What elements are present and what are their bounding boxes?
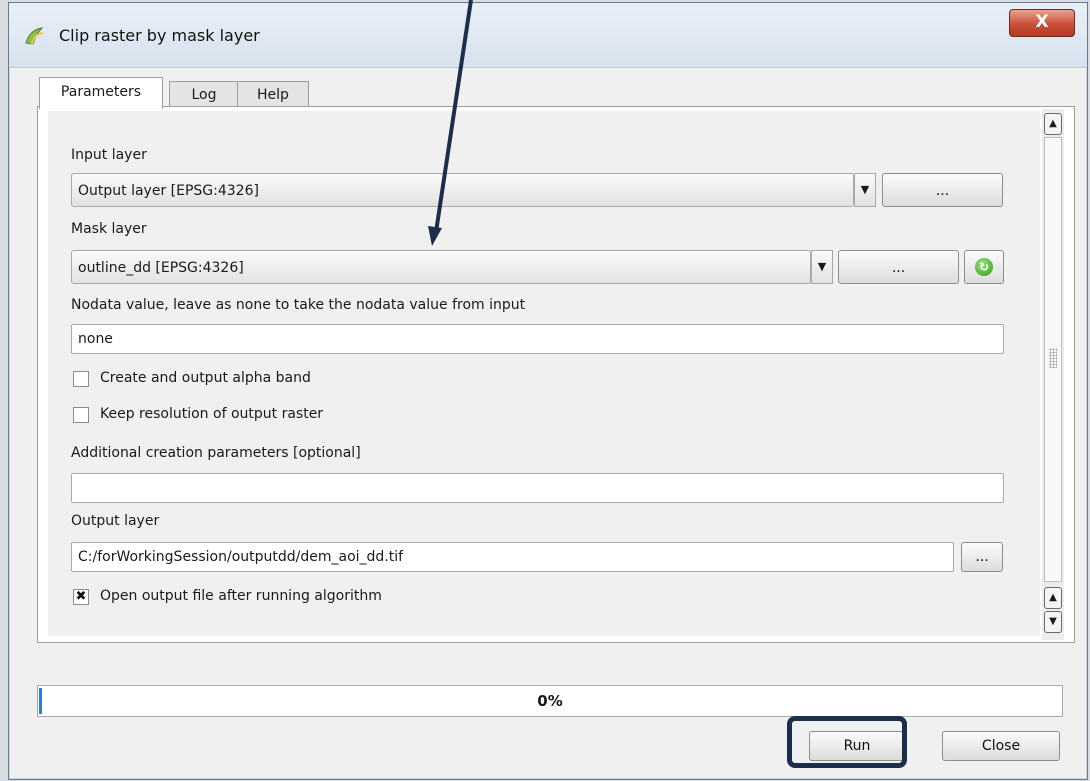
annotation-arrow (428, 0, 473, 246)
tab-parameters[interactable]: Parameters (39, 77, 163, 109)
